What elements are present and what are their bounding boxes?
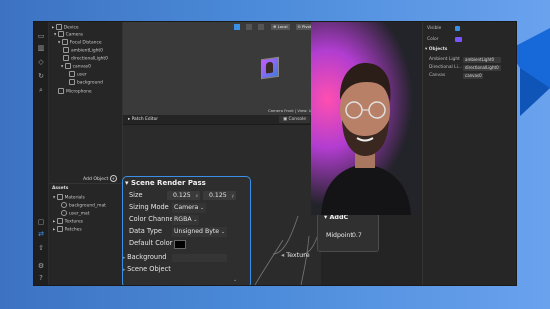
chevron-down-icon: ⌄ <box>200 206 205 211</box>
asset-patches-folder[interactable]: ▸ Patches <box>53 226 82 234</box>
texture-output-port[interactable]: ◂ Texture <box>281 251 310 259</box>
color-label: Color <box>427 37 439 42</box>
folder-icon <box>56 226 63 232</box>
share-icon[interactable]: ⇄ <box>37 230 45 238</box>
assets-header: Assets <box>52 186 69 191</box>
canvas-label: Canvas <box>429 73 446 78</box>
canvas-preview-plane[interactable] <box>261 56 279 80</box>
directional-light-field[interactable]: directionalLight0 <box>463 65 501 71</box>
chevron-down-icon: ⌄ <box>221 230 225 235</box>
add-object-button[interactable]: Add Object + <box>83 175 117 182</box>
scene-object-port[interactable]: ▸ Scene Object <box>123 265 171 275</box>
visible-label: Visible <box>427 26 442 31</box>
layers-icon[interactable]: ▭ <box>37 32 45 40</box>
inspector-panel: Visible Color ▾ Objects Ambient Light am… <box>422 22 516 285</box>
focal-distance-icon <box>61 39 68 45</box>
tree-item-focal-distance[interactable]: ▾ Focal Distance <box>58 39 102 47</box>
size-y-field[interactable]: 0.125 y <box>203 191 236 200</box>
size-x-field[interactable]: 0.125 x <box>167 191 200 200</box>
x-axis-tag: x <box>195 193 198 198</box>
midpoint-value[interactable]: 0.7 <box>352 232 362 239</box>
folder-icon <box>56 194 63 200</box>
rect-icon <box>69 79 75 85</box>
asset-textures-folder[interactable]: ▸ Textures <box>53 218 83 226</box>
asset-user-mat[interactable]: user_mat <box>61 210 89 218</box>
tree-item-background[interactable]: background <box>69 79 103 87</box>
move-tool-icon[interactable] <box>234 24 240 30</box>
rect-icon <box>69 71 75 77</box>
midpoint-label: Midpoint <box>326 232 353 239</box>
viewport[interactable]: ⊕ Local ⊙ Pivot Camera Front | View: Use… <box>123 22 336 115</box>
background-port[interactable]: ▸ Background <box>123 253 166 263</box>
preview-icon[interactable]: ▢ <box>37 218 45 226</box>
chevron-down-icon: ⌄ <box>193 218 198 223</box>
canvas-field[interactable]: canvas0 <box>463 73 483 79</box>
preview-face <box>266 61 273 74</box>
tree-item-directional-light[interactable]: directionalLight0 <box>63 55 108 63</box>
color-channel-dropdown[interactable]: RGBA ⌄ <box>172 215 200 225</box>
ambient-light-field[interactable]: ambientLight0 <box>463 57 501 63</box>
tree-item-canvas[interactable]: ▾ canvas0 <box>61 63 91 71</box>
light-icon <box>63 55 69 61</box>
node-title: ▾ Scene Render Pass <box>125 179 206 187</box>
folder-icon <box>56 218 63 224</box>
tree-item-camera[interactable]: ▾ Camera <box>54 31 83 39</box>
light-icon <box>63 47 69 53</box>
settings-icon[interactable]: ⚙ <box>37 262 45 270</box>
add-node[interactable]: ▾ AddC Midpoint 0.7 <box>317 210 379 252</box>
scene-panel: ▸ Device ▾ Camera ▾ Focal Distance ambie… <box>49 22 123 285</box>
default-color-swatch[interactable] <box>174 240 186 249</box>
tool-rail: ▭ ▥ ◇ ↻ ⌕ ▢ ⇄ ⇧ ⚙ ? <box>34 22 49 285</box>
search-icon[interactable]: ⌕ <box>37 86 45 94</box>
library-icon[interactable]: ▥ <box>37 44 45 52</box>
default-color-label: Default Color <box>129 239 173 247</box>
device-icon <box>55 24 62 30</box>
size-label: Size <box>129 191 143 199</box>
camera-icon <box>57 31 64 37</box>
local-button[interactable]: ⊕ Local <box>271 24 290 30</box>
sizing-mode-label: Sizing Mode <box>129 203 169 211</box>
presenter-video <box>321 62 411 215</box>
tree-item-microphone[interactable]: Microphone <box>58 88 92 96</box>
publish-icon[interactable]: ⇧ <box>37 244 45 252</box>
asset-background-mat[interactable]: background_mat <box>61 202 106 210</box>
refresh-icon[interactable]: ↻ <box>37 72 45 80</box>
material-icon <box>61 210 67 216</box>
patch-icon[interactable]: ◇ <box>37 58 45 66</box>
rotate-tool-icon[interactable] <box>246 24 253 30</box>
tree-item-ambient-light[interactable]: ambientLight0 <box>63 47 103 55</box>
background-field[interactable] <box>172 254 227 262</box>
color-swatch[interactable] <box>455 37 462 42</box>
data-type-label: Data Type <box>129 227 162 235</box>
visible-checkbox[interactable] <box>455 26 460 31</box>
asset-materials-folder[interactable]: ▾ Materials <box>53 194 85 202</box>
webcam-overlay <box>311 22 420 215</box>
panel-divider <box>49 183 122 184</box>
plus-icon: + <box>109 175 117 182</box>
tree-item-user[interactable]: user <box>69 71 87 79</box>
objects-header: ▾ Objects <box>425 47 448 52</box>
scale-tool-icon[interactable] <box>258 24 265 30</box>
scene-render-pass-node[interactable]: ▾ Scene Render Pass Size 0.125 x 0.125 y… <box>122 176 251 285</box>
y-axis-tag: y <box>231 193 234 198</box>
color-channel-label: Color Channel <box>129 215 176 223</box>
directional-light-label: Directional Li... <box>429 65 462 70</box>
expand-chevron-icon[interactable]: ⌄ <box>233 277 237 283</box>
sizing-mode-dropdown[interactable]: Camera ⌄ <box>172 203 207 213</box>
spark-ar-studio-window: ▭ ▥ ◇ ↻ ⌕ ▢ ⇄ ⇧ ⚙ ? ▸ Device ▾ Camera ▾ … <box>34 22 516 285</box>
material-icon <box>61 202 67 208</box>
ambient-light-label: Ambient Light <box>429 57 460 62</box>
viewport-toolbar: ⊕ Local ⊙ Pivot <box>234 24 314 31</box>
help-icon[interactable]: ? <box>37 274 45 282</box>
data-type-dropdown[interactable]: Unsigned Byte ⌄ <box>172 227 227 237</box>
microphone-icon <box>58 88 64 94</box>
canvas-icon <box>64 63 71 69</box>
